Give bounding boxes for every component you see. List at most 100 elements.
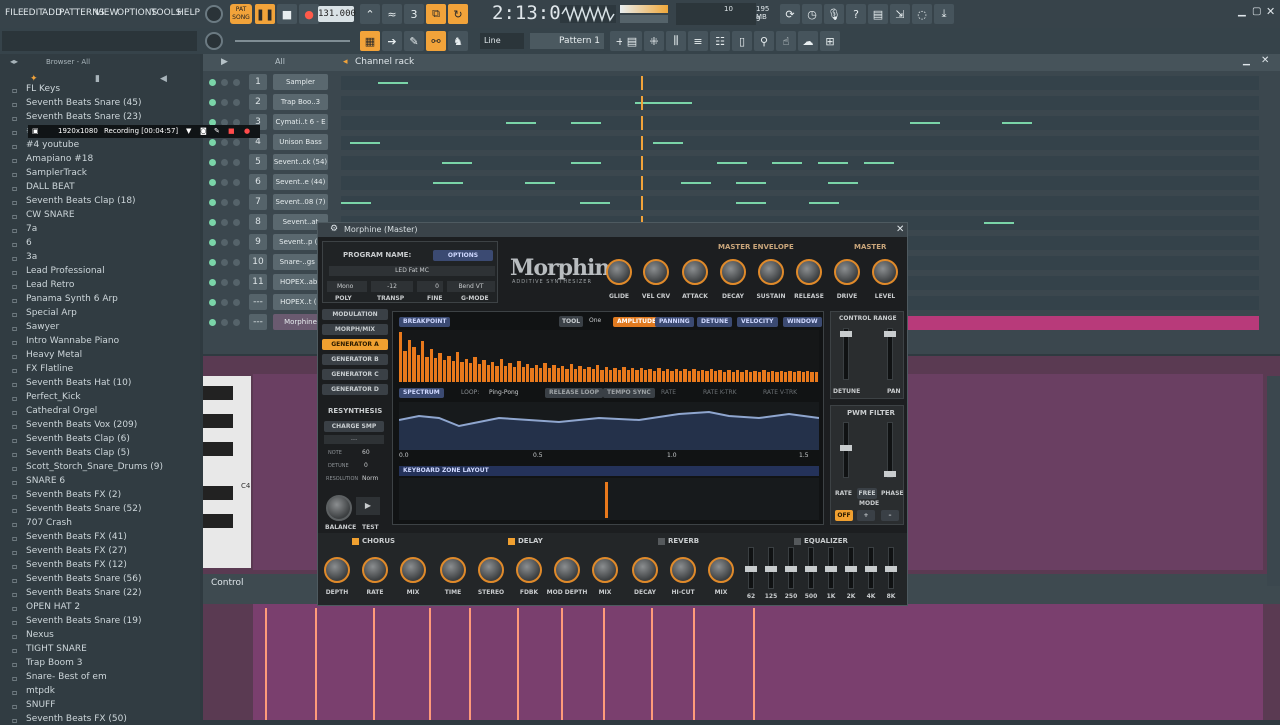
channel-control[interactable] — [233, 79, 240, 86]
knob-sustain[interactable] — [758, 259, 784, 285]
browser-item[interactable]: Seventh Beats FX (50) — [26, 714, 127, 724]
channel-control[interactable] — [221, 199, 228, 206]
knob-decay[interactable] — [720, 259, 746, 285]
pause-icon[interactable]: ❚❚ — [255, 4, 275, 24]
browser-item[interactable]: DALL BEAT — [26, 182, 75, 192]
channel-lane[interactable] — [341, 76, 1259, 90]
render-icon[interactable]: ⇲ — [890, 4, 910, 24]
channel-control[interactable] — [233, 179, 240, 186]
browser-item[interactable]: Seventh Beats FX (41) — [26, 532, 127, 542]
browser-item[interactable]: Seventh Beats Hat (10) — [26, 378, 131, 388]
browser-item[interactable]: Seventh Beats Snare (23) — [26, 112, 142, 122]
step-seq-icon[interactable]: ⁜ — [644, 31, 664, 51]
channel-number[interactable]: 9 — [249, 234, 267, 250]
browser-item[interactable]: OPEN HAT 2 — [26, 602, 80, 612]
rack-minimize-icon[interactable]: ▁ — [1243, 56, 1250, 66]
options-button[interactable]: OPTIONS — [433, 250, 493, 261]
channel-control[interactable] — [233, 219, 240, 226]
menu-help[interactable]: HELP — [177, 8, 200, 18]
browser-item[interactable]: Seventh Beats Clap (18) — [26, 196, 136, 206]
keyboard-zone-select[interactable]: KEYBOARD ZONE LAYOUT — [399, 466, 819, 476]
channel-lane[interactable] — [341, 176, 1259, 190]
browser-item[interactable]: 6 — [26, 238, 32, 248]
channel-control[interactable] — [233, 319, 240, 326]
browser-item[interactable]: Trap Boom 3 — [26, 658, 83, 668]
browser-item[interactable]: FX Flatline — [26, 364, 73, 374]
chat-icon[interactable]: ◌ — [912, 4, 932, 24]
channel-name[interactable]: Sampler — [273, 74, 328, 90]
browser-item[interactable]: Seventh Beats Snare (52) — [26, 504, 142, 514]
pencil-icon[interactable]: ✎ — [404, 31, 424, 51]
eq-slider[interactable] — [845, 547, 857, 589]
knob-drive[interactable] — [834, 259, 860, 285]
camera-icon[interactable]: ◙ — [200, 125, 207, 138]
stop-rec-icon[interactable]: ■ — [228, 125, 235, 138]
browser-star-icon[interactable]: ✦ — [30, 74, 38, 84]
detune-range-slider[interactable] — [840, 328, 852, 380]
channel-control[interactable] — [221, 159, 228, 166]
menu-view[interactable]: VIEW — [95, 8, 118, 18]
master-volume-knob[interactable] — [205, 5, 223, 23]
browser-item[interactable]: Seventh Beats FX (2) — [26, 490, 121, 500]
browser-item[interactable]: 3a — [26, 252, 37, 262]
minimize-icon[interactable]: ▁ — [1238, 6, 1246, 17]
pwm-phase-slider[interactable] — [884, 422, 896, 478]
channel-control[interactable] — [221, 79, 228, 86]
knob-level[interactable] — [872, 259, 898, 285]
channel-name[interactable]: Sevent..ck (54) — [273, 154, 328, 170]
mute-led[interactable] — [209, 179, 216, 186]
channel-control[interactable] — [233, 299, 240, 306]
note-value[interactable]: 60 — [362, 449, 370, 456]
channel-control[interactable] — [221, 299, 228, 306]
amplitude-spectrum[interactable] — [399, 330, 819, 382]
pattern-select[interactable]: Pattern 1 — [530, 33, 604, 49]
eq-slider[interactable] — [885, 547, 897, 589]
channel-control[interactable] — [233, 139, 240, 146]
velocity-grid[interactable] — [253, 604, 1263, 720]
knob-vel-crv[interactable] — [643, 259, 669, 285]
channel-name[interactable]: Trap Boo..3 — [273, 94, 328, 110]
tab-velocity[interactable]: VELOCITY — [737, 317, 778, 327]
eq-slider[interactable] — [765, 547, 777, 589]
zoom-slider[interactable] — [235, 40, 350, 42]
channel-lane[interactable] — [341, 116, 1259, 130]
browser-item[interactable]: Heavy Metal — [26, 350, 82, 360]
eq-slider[interactable] — [805, 547, 817, 589]
countdown-icon[interactable]: 3 — [404, 4, 424, 24]
morphine-title[interactable]: Morphine (Master) — [318, 223, 907, 237]
channel-lane[interactable] — [341, 96, 1259, 110]
channel-lane[interactable] — [341, 136, 1259, 150]
piano-roll-icon[interactable]: ▤ — [622, 31, 642, 51]
browser-item[interactable]: Perfect_Kick — [26, 392, 81, 402]
plugin-icon[interactable]: ⚲ — [754, 31, 774, 51]
browser-item[interactable]: Seventh Beats Snare (22) — [26, 588, 142, 598]
download-icon[interactable]: ⤓ — [934, 4, 954, 24]
channel-number[interactable]: 5 — [249, 154, 267, 170]
browser-item[interactable]: Intro Wannabe Piano — [26, 336, 119, 346]
mute-led[interactable] — [209, 99, 216, 106]
channel-number[interactable]: 8 — [249, 214, 267, 230]
browser-item[interactable]: FL Keys — [26, 84, 60, 94]
browser-item[interactable]: TIGHT SNARE — [26, 644, 87, 654]
tab-detune[interactable]: DETUNE — [697, 317, 733, 327]
refresh-icon[interactable]: ⟳ — [780, 4, 800, 24]
snap-select[interactable]: Line — [480, 33, 524, 49]
clock-icon[interactable]: ◷ — [802, 4, 822, 24]
tab-window[interactable]: WINDOW — [783, 317, 822, 327]
fine-field[interactable]: 0 — [417, 281, 443, 292]
channel-control[interactable] — [221, 99, 228, 106]
chorus-led[interactable] — [352, 538, 359, 545]
channel-control[interactable] — [221, 279, 228, 286]
browser-item[interactable]: Special Arp — [26, 308, 77, 318]
spectrum-select[interactable]: SPECTRUM — [399, 388, 444, 398]
arrow-right-icon[interactable]: ➔ — [382, 31, 402, 51]
channel-number[interactable]: 11 — [249, 274, 267, 290]
browser-item[interactable]: Amapiano #18 — [26, 154, 93, 164]
browser-item[interactable]: mtpdk — [26, 686, 55, 696]
browser-item[interactable]: Seventh Beats Clap (6) — [26, 434, 130, 444]
tab-amplitude[interactable]: AMPLITUDE — [613, 317, 661, 327]
scrollbar[interactable] — [1267, 376, 1280, 586]
channel-number[interactable]: 7 — [249, 194, 267, 210]
metronome-icon[interactable]: ⌃ — [360, 4, 380, 24]
rack-options-icon[interactable]: ▶ — [221, 57, 228, 67]
